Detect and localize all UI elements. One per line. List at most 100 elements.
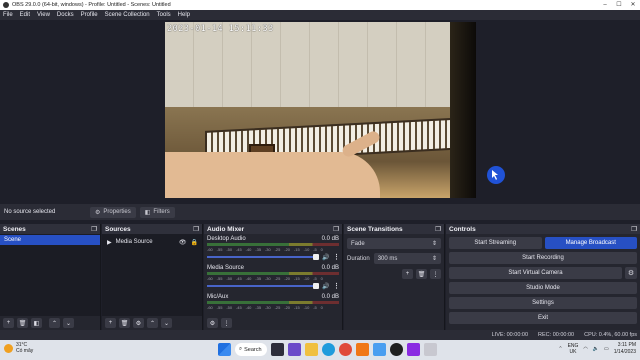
updown-arrows-icon: ⇕ xyxy=(431,256,437,262)
cpu-status: CPU: 0.4%, 60.00 fps xyxy=(584,332,637,338)
status-bar: LIVE: 00:00:00 REC: 00:00:00 CPU: 0.4%, … xyxy=(0,330,640,340)
app-icon[interactable] xyxy=(424,343,437,356)
volume-icon[interactable]: 🔈 xyxy=(593,346,599,352)
slider-knob[interactable] xyxy=(313,283,319,289)
duration-input[interactable]: 300 ms ⇕ xyxy=(373,253,441,264)
undock-icon[interactable]: ❐ xyxy=(631,225,637,233)
obs-icon[interactable] xyxy=(390,343,403,356)
file-explorer-icon[interactable] xyxy=(305,343,318,356)
more-options-icon[interactable]: ⋮ xyxy=(333,253,340,261)
menu-docks[interactable]: Docks xyxy=(57,12,74,18)
tick-label: -60 xyxy=(207,247,213,252)
start-streaming-button[interactable]: Start Streaming xyxy=(449,237,542,249)
scene-filters-button[interactable]: ◧ xyxy=(31,318,42,328)
weather-widget[interactable]: 31°C Có mây xyxy=(4,342,33,354)
volume-slider[interactable] xyxy=(207,283,319,289)
windows-start-icon[interactable] xyxy=(218,343,231,356)
more-options-icon[interactable]: ⋮ xyxy=(333,282,340,290)
vlc-icon[interactable] xyxy=(356,343,369,356)
source-item[interactable]: ▶ Media Source 👁 🔒 xyxy=(102,237,202,247)
selected-source-label: No source selected xyxy=(4,209,56,215)
app-icon[interactable] xyxy=(407,343,420,356)
chevron-up-icon[interactable]: ⌃ xyxy=(558,346,562,352)
scene-item[interactable]: Scene xyxy=(0,235,100,245)
tick-label: -50 xyxy=(226,305,233,310)
minimize-button[interactable]: – xyxy=(598,0,612,10)
filters-button[interactable]: ◧ Filters xyxy=(139,206,175,218)
menu-edit[interactable]: Edit xyxy=(20,12,30,18)
properties-button[interactable]: ⚙ Properties xyxy=(90,206,136,218)
tick-label: -25 xyxy=(274,247,281,252)
move-down-button[interactable]: ⌄ xyxy=(63,318,74,328)
menu-bar: File Edit View Docks Profile Scene Colle… xyxy=(0,10,640,20)
speaker-icon[interactable]: 🔊 xyxy=(322,254,330,261)
start-recording-button[interactable]: Start Recording xyxy=(449,252,637,264)
menu-help[interactable]: Help xyxy=(178,12,190,18)
tick-label: -5 xyxy=(313,276,317,281)
studio-mode-button[interactable]: Studio Mode xyxy=(449,282,637,294)
search-icon: ⌕ xyxy=(239,346,243,352)
tick-label: -45 xyxy=(235,276,242,281)
undock-icon[interactable]: ❐ xyxy=(333,225,339,233)
wifi-icon[interactable]: ◠ xyxy=(583,346,587,352)
menu-profile[interactable]: Profile xyxy=(81,12,98,18)
menu-tools[interactable]: Tools xyxy=(157,12,171,18)
add-transition-button[interactable]: + xyxy=(402,269,413,279)
speaker-icon[interactable]: 🔊 xyxy=(322,283,330,290)
close-button[interactable]: ✕ xyxy=(626,0,640,10)
advanced-audio-settings-button[interactable]: ⚙ xyxy=(207,318,218,328)
transition-menu-button[interactable]: ⋮ xyxy=(430,269,441,279)
tick-label: -15 xyxy=(293,305,300,310)
lock-icon[interactable]: 🔒 xyxy=(191,239,198,246)
move-down-button[interactable]: ⌄ xyxy=(161,318,172,328)
add-scene-button[interactable]: + xyxy=(3,318,14,328)
move-up-button[interactable]: ⌃ xyxy=(49,318,60,328)
language-indicator[interactable]: ENG UK xyxy=(568,343,579,355)
settings-button[interactable]: Settings xyxy=(449,297,637,309)
virtual-camera-settings-icon[interactable]: ⚙ xyxy=(625,267,637,279)
audio-mixer-header: Audio Mixer ❐ xyxy=(204,224,342,234)
menu-scene-collection[interactable]: Scene Collection xyxy=(105,12,150,18)
photos-icon[interactable] xyxy=(373,343,386,356)
taskbar-search[interactable]: ⌕ Search xyxy=(235,343,267,356)
channel-name: Desktop Audio xyxy=(207,236,246,242)
edge-icon[interactable] xyxy=(322,343,335,356)
menu-file[interactable]: File xyxy=(3,12,13,18)
clock[interactable]: 3:11 PM 1/14/2023 xyxy=(614,342,636,356)
sources-list: ▶ Media Source 👁 🔒 xyxy=(102,234,202,316)
chrome-icon[interactable] xyxy=(339,343,352,356)
mixer-channel: Desktop Audio 0.0 dB -60 -55 -50 -45 -40 -35 -3… xyxy=(207,236,340,261)
move-up-button[interactable]: ⌃ xyxy=(147,318,158,328)
add-source-button[interactable]: + xyxy=(105,318,116,328)
remove-source-button[interactable]: 🗑 xyxy=(119,318,130,328)
undock-icon[interactable]: ❐ xyxy=(91,225,97,233)
teams-icon[interactable] xyxy=(288,343,301,356)
start-virtual-camera-button[interactable]: Start Virtual Camera xyxy=(449,267,622,279)
maximize-button[interactable]: ☐ xyxy=(612,0,626,10)
exit-button[interactable]: Exit xyxy=(449,312,637,324)
tick-label: -5 xyxy=(313,305,317,310)
video-preview[interactable]: 2023-01-14 15:11:33 xyxy=(165,22,476,198)
remove-transition-button[interactable]: 🗑 xyxy=(416,269,427,279)
undock-icon[interactable]: ❐ xyxy=(435,225,441,233)
tick-label: -5 xyxy=(313,247,317,252)
menu-view[interactable]: View xyxy=(37,12,50,18)
transition-select[interactable]: Fade ⇕ xyxy=(347,238,441,249)
visibility-eye-icon[interactable]: 👁 xyxy=(179,239,187,246)
slider-knob[interactable] xyxy=(313,254,319,260)
transition-toolbar: + 🗑 ⋮ xyxy=(344,269,441,279)
tick-label: -10 xyxy=(303,247,310,252)
remove-scene-button[interactable]: 🗑 xyxy=(17,318,28,328)
mixer-toolbar: ⚙ ⋮ xyxy=(204,316,342,330)
source-properties-button[interactable]: ⚙ xyxy=(133,318,144,328)
undock-icon[interactable]: ❐ xyxy=(193,225,199,233)
source-info-bar: No source selected ⚙ Properties ◧ Filter… xyxy=(0,204,640,220)
mixer-menu-button[interactable]: ⋮ xyxy=(221,318,232,328)
battery-icon[interactable]: ▭ xyxy=(604,346,609,352)
task-view-icon[interactable] xyxy=(271,343,284,356)
volume-slider[interactable] xyxy=(207,254,319,260)
channel-level: 0.0 dB xyxy=(321,294,339,300)
manage-broadcast-button[interactable]: Manage Broadcast xyxy=(544,237,637,249)
mixer-channels: Desktop Audio 0.0 dB -60 -55 -50 -45 -40 -35 -3… xyxy=(204,234,342,316)
cursor-highlight-icon xyxy=(487,166,505,184)
